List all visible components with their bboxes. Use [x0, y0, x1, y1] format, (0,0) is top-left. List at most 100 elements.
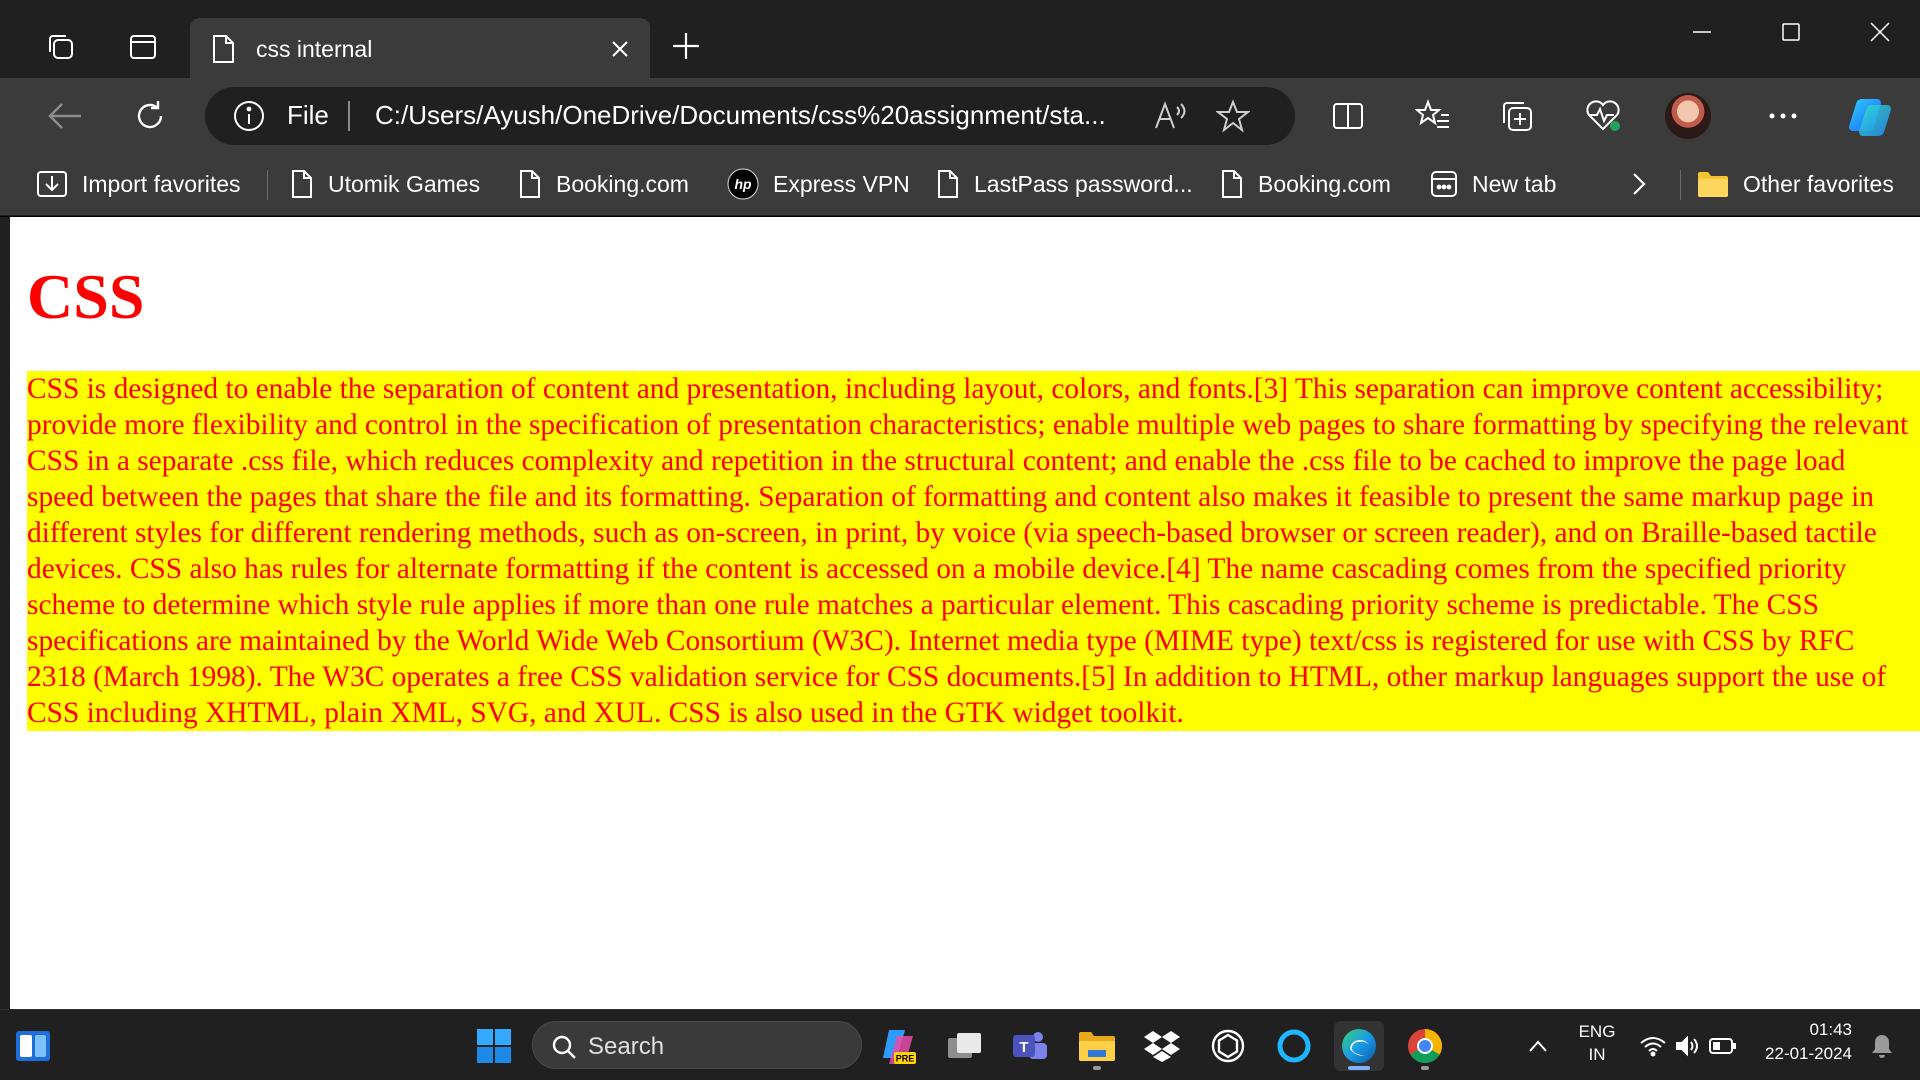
svg-text:hp: hp	[734, 176, 752, 192]
back-arrow-icon	[48, 103, 81, 129]
newtab-icon	[1431, 171, 1457, 197]
language-indicator[interactable]: ENG IN	[1567, 1022, 1627, 1065]
teams-icon: T	[1013, 1032, 1047, 1059]
refresh-button[interactable]	[125, 91, 175, 141]
page-paragraph: CSS is designed to enable the separation…	[27, 371, 1920, 731]
file-explorer-app[interactable]	[1072, 1021, 1122, 1071]
info-icon[interactable]	[233, 100, 265, 132]
chrome-app[interactable]	[1400, 1021, 1450, 1071]
favorites-divider	[1680, 170, 1681, 200]
window-edge	[0, 217, 10, 1009]
web-page-viewport: CSS CSS is designed to enable the separa…	[10, 217, 1920, 1009]
profile-button[interactable]	[1663, 91, 1713, 141]
back-button[interactable]	[40, 91, 90, 141]
close-window-button[interactable]	[1850, 8, 1910, 56]
favorite-label: Booking.com	[1258, 170, 1391, 197]
read-aloud-button[interactable]	[1153, 98, 1189, 134]
search-icon	[552, 1035, 576, 1059]
workspaces-button[interactable]	[36, 22, 86, 72]
clock-date: 22-01-2024	[1765, 1044, 1852, 1063]
chatgpt-app[interactable]	[1203, 1021, 1253, 1071]
copilot-preview-app[interactable]: PRE	[874, 1021, 924, 1071]
copilot-badge: PRE	[896, 1054, 915, 1064]
clock[interactable]: 01:43 22-01-2024	[1752, 1020, 1852, 1064]
read-aloud-icon	[1155, 101, 1186, 129]
split-screen-button[interactable]	[1323, 91, 1373, 141]
task-view-icon	[948, 1033, 981, 1058]
favorite-booking-2[interactable]: Booking.com	[1220, 164, 1391, 204]
settings-more-button[interactable]	[1758, 91, 1808, 141]
collections-button[interactable]	[1493, 91, 1543, 141]
favorite-label: Express VPN	[773, 170, 910, 197]
cortana-app[interactable]	[1269, 1021, 1319, 1071]
minimize-button[interactable]	[1672, 8, 1732, 56]
taskbar-search-box[interactable]: Search	[532, 1021, 862, 1069]
favorite-lastpass[interactable]: LastPass password...	[936, 164, 1193, 204]
page-icon	[520, 170, 540, 198]
widgets-icon	[16, 1031, 50, 1061]
notifications-button[interactable]	[1857, 1021, 1907, 1071]
cortana-icon	[1277, 1029, 1311, 1063]
favorite-label: Utomik Games	[328, 170, 481, 197]
favorite-express-vpn[interactable]: hp Express VPN	[727, 164, 910, 204]
volume-icon	[1676, 1035, 1698, 1057]
quick-settings-button[interactable]	[1633, 1021, 1743, 1071]
new-tab-button[interactable]	[665, 25, 707, 67]
active-indicator	[1348, 1066, 1370, 1070]
url-text[interactable]: C:/Users/Ayush/OneDrive/Documents/css%20…	[375, 100, 1145, 131]
page-icon	[292, 170, 312, 198]
start-button[interactable]	[469, 1021, 519, 1071]
show-hidden-icons-button[interactable]	[1513, 1021, 1563, 1071]
battery-icon	[1709, 1038, 1736, 1054]
address-bar[interactable]: File C:/Users/Ayush/OneDrive/Documents/c…	[205, 87, 1295, 145]
favorites-overflow-button[interactable]	[1630, 164, 1662, 204]
task-view-button[interactable]	[940, 1021, 990, 1071]
favorite-label: Booking.com	[556, 170, 689, 197]
heart-pulse-icon	[1586, 100, 1620, 131]
svg-text:T: T	[1019, 1039, 1028, 1056]
widgets-button[interactable]	[8, 1021, 58, 1071]
title-bar: css internal	[0, 0, 1920, 80]
chevron-right-icon	[1633, 173, 1646, 195]
edge-icon	[1342, 1029, 1376, 1063]
search-label: Search	[588, 1033, 665, 1060]
language-code: ENG	[1578, 1022, 1616, 1041]
collections-icon	[1503, 102, 1532, 131]
edge-app[interactable]	[1334, 1021, 1384, 1071]
favorite-import-favorites[interactable]: Import favorites	[36, 164, 241, 204]
maximize-icon	[1782, 23, 1800, 41]
favorite-booking[interactable]: Booking.com	[518, 164, 689, 204]
active-tab[interactable]: css internal	[190, 18, 650, 80]
folder-icon	[1698, 172, 1728, 197]
tab-close-button[interactable]	[598, 27, 642, 71]
taskbar: Search PRE T ENG IN 01:43 22-01-2024	[0, 1009, 1920, 1080]
navigation-toolbar: File C:/Users/Ayush/OneDrive/Documents/c…	[0, 78, 1920, 154]
dropbox-app[interactable]	[1137, 1021, 1187, 1071]
maximize-button[interactable]	[1761, 8, 1821, 56]
favorite-utomik-games[interactable]: Utomik Games	[290, 164, 480, 204]
favorite-label: Other favorites	[1743, 170, 1894, 197]
plus-icon	[673, 33, 699, 59]
running-indicator	[1421, 1066, 1429, 1070]
favorite-label: Import favorites	[82, 170, 241, 197]
close-icon	[612, 41, 628, 57]
windows-logo-icon	[477, 1029, 511, 1063]
star-icon	[1216, 99, 1250, 133]
tab-actions-button[interactable]	[118, 22, 168, 72]
import-icon	[37, 171, 67, 197]
favorites-list-icon	[1415, 99, 1449, 128]
copilot-button[interactable]	[1845, 91, 1895, 141]
favorite-other-favorites[interactable]: Other favorites	[1697, 164, 1894, 204]
more-dots-icon	[1769, 113, 1797, 119]
favorite-new-tab[interactable]: New tab	[1430, 164, 1556, 204]
wifi-icon	[1640, 1037, 1666, 1057]
openai-icon	[1211, 1029, 1245, 1063]
teams-app[interactable]: T	[1005, 1021, 1055, 1071]
browser-essentials-button[interactable]	[1578, 91, 1628, 141]
page-heading: CSS	[27, 261, 145, 332]
folder-icon	[1079, 1032, 1115, 1061]
running-indicator	[1093, 1066, 1101, 1070]
clock-time: 01:43	[1809, 1020, 1852, 1039]
add-favorite-button[interactable]	[1215, 98, 1251, 134]
favorites-button[interactable]	[1408, 91, 1458, 141]
